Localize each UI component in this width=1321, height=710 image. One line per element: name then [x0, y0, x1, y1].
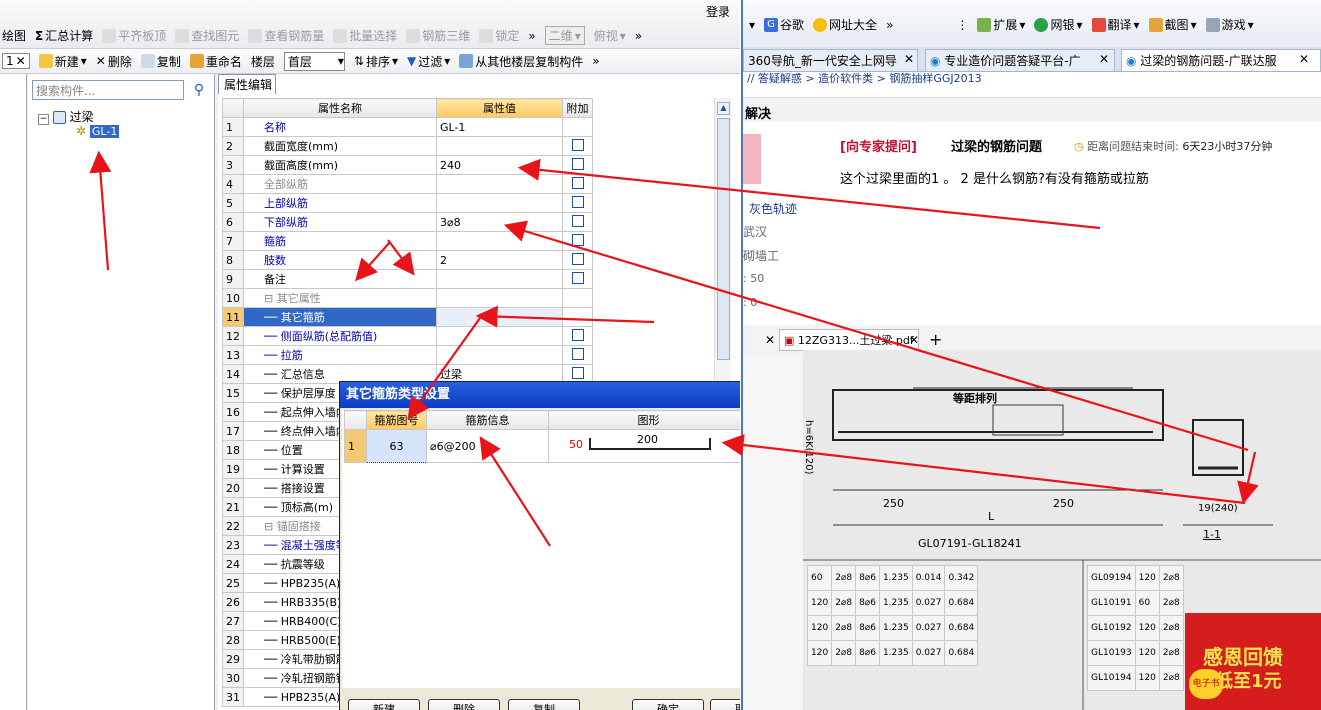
arrow-to-stirrup-info: [479, 436, 551, 547]
arrow-to-bottom-rebar: [503, 220, 1249, 452]
arrow-to-shape: [721, 434, 1246, 505]
annotation-arrows: [89, 150, 1259, 547]
arrow-to-height: [517, 158, 1101, 230]
arrow-to-section: [1237, 451, 1259, 505]
arrow-to-other-stirrup: [475, 305, 655, 328]
arrow-down-right: [387, 239, 415, 276]
arrow-down-left: [355, 241, 391, 282]
arrow-to-tree-item: [89, 150, 112, 271]
arrow-to-fig-cell: [407, 317, 481, 420]
